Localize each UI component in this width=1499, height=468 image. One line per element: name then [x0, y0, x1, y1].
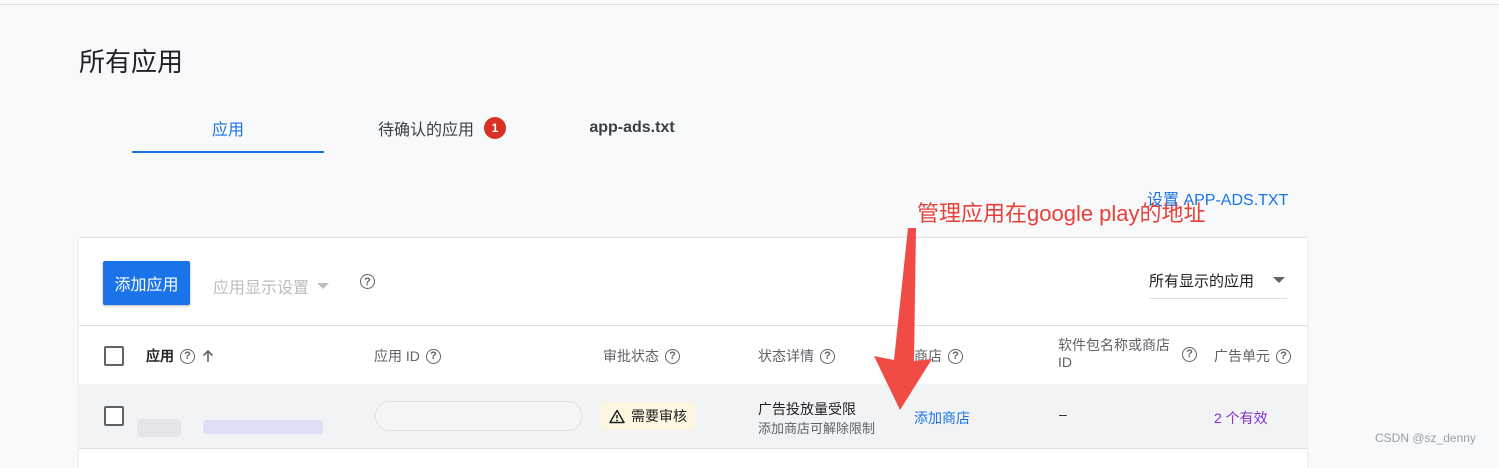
column-header-ad-units: 广告单元 ?: [1214, 346, 1291, 366]
annotation-text: 管理应用在google play的地址: [917, 201, 1206, 226]
help-icon[interactable]: ?: [180, 348, 195, 364]
approval-status-chip: 需要审核: [601, 402, 695, 430]
column-header-label: 审批状态: [603, 348, 659, 364]
tab-apps-label: 应用: [211, 122, 244, 139]
tab-app-ads-txt[interactable]: app-ads.txt: [572, 105, 692, 151]
display-settings-label: 应用显示设置: [213, 280, 310, 297]
caret-down-icon: [1273, 277, 1285, 283]
column-header-app-id: 应用 ID ?: [374, 346, 441, 366]
ad-units-link[interactable]: 2 个有效: [1214, 408, 1268, 428]
warning-icon: [609, 409, 625, 423]
column-header-package: 软件包名称或商店 ID ?: [1058, 337, 1198, 371]
help-icon[interactable]: ?: [948, 348, 963, 364]
tab-pending-apps[interactable]: 待确认的应用 1: [347, 105, 537, 151]
pending-count-badge: 1: [484, 117, 506, 139]
status-detail-title: 广告投放量受限: [758, 401, 856, 417]
column-header-label: 软件包名称或商店 ID: [1058, 337, 1170, 370]
package-name-value: –: [1059, 406, 1067, 422]
column-header-app[interactable]: 应用 ?: [146, 346, 215, 366]
apps-card: 添加应用 应用显示设置 ? 所有显示的应用 应用 ? 应用 ID ? 审批状态 …: [79, 237, 1307, 468]
help-icon[interactable]: ?: [665, 348, 680, 364]
tab-apps[interactable]: 应用: [132, 105, 324, 153]
column-header-status-details: 状态详情 ?: [758, 346, 835, 366]
approval-status-label: 需要审核: [631, 408, 687, 424]
sort-arrow-up-icon[interactable]: [201, 349, 215, 363]
caret-down-icon: [317, 283, 330, 289]
status-detail-hint: 添加商店可解除限制: [758, 421, 876, 436]
help-icon[interactable]: ?: [1182, 346, 1197, 362]
redacted-app-icon: [137, 419, 181, 437]
help-icon[interactable]: ?: [425, 348, 441, 364]
table-row[interactable]: 需要审核 广告投放量受限 添加商店可解除限制 添加商店 – 2 个有效: [79, 384, 1307, 449]
column-header-label: 应用: [146, 348, 174, 364]
app-filter-dropdown[interactable]: 所有显示的应用: [1149, 262, 1287, 299]
tab-pending-label: 待确认的应用: [377, 122, 474, 139]
help-icon[interactable]: ?: [360, 274, 375, 289]
select-all-checkbox[interactable]: [104, 346, 124, 366]
table-header: 应用 ? 应用 ID ? 审批状态 ? 状态详情 ? 商店 ? 软件包名称或商店…: [79, 325, 1307, 385]
page-title: 所有应用: [79, 47, 184, 77]
tab-app-ads-label: app-ads.txt: [589, 119, 675, 136]
column-header-label: 状态详情: [758, 348, 814, 364]
column-header-label: 广告单元: [1214, 348, 1270, 364]
watermark: CSDN @sz_denny: [1375, 431, 1476, 445]
column-header-approval: 审批状态 ?: [603, 346, 680, 366]
red-arrow-icon: [874, 228, 932, 410]
add-app-button[interactable]: 添加应用: [103, 261, 190, 305]
redacted-app-id: [375, 401, 582, 431]
column-header-label: 应用 ID: [374, 348, 420, 364]
help-icon[interactable]: ?: [820, 348, 835, 364]
row-checkbox[interactable]: [104, 406, 124, 426]
top-divider: [0, 0, 1499, 5]
filter-label: 所有显示的应用: [1149, 272, 1255, 290]
redacted-app-name: [203, 420, 323, 434]
help-icon[interactable]: ?: [1276, 348, 1291, 364]
app-display-settings-dropdown[interactable]: 应用显示设置: [213, 274, 330, 298]
